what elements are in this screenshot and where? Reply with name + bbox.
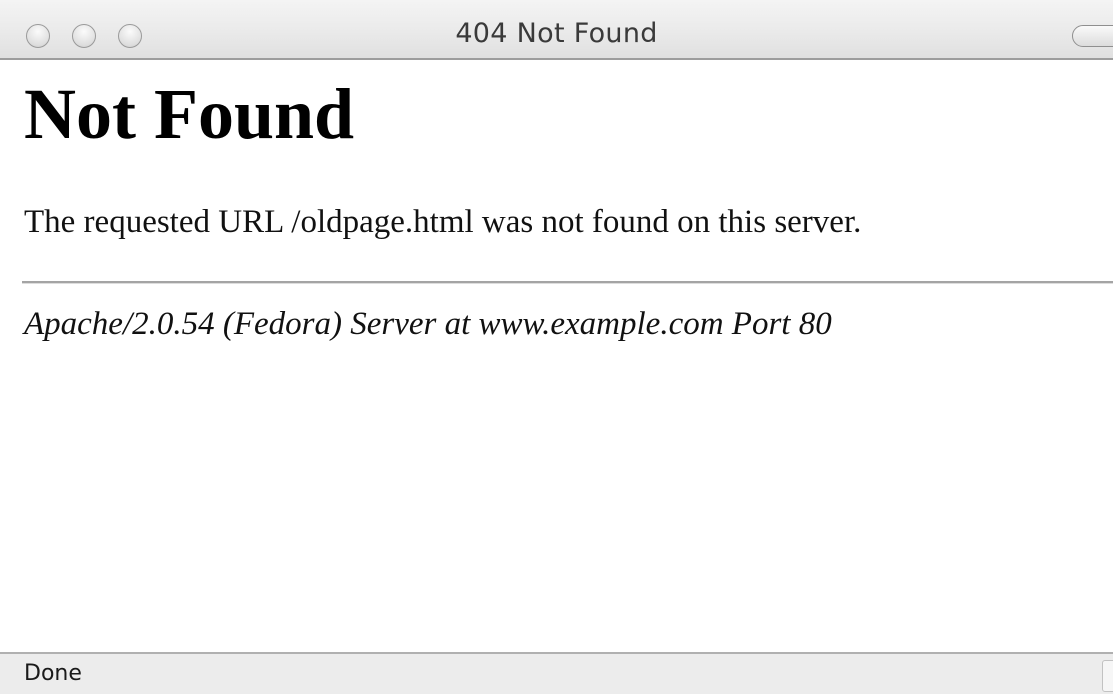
resize-grip[interactable] <box>1102 660 1113 692</box>
error-message: The requested URL /oldpage.html was not … <box>24 204 862 240</box>
server-signature: Apache/2.0.54 (Fedora) Server at www.exa… <box>24 306 832 342</box>
status-bar: Done <box>0 652 1113 694</box>
browser-window: 404 Not Found Not Found The requested UR… <box>0 0 1113 694</box>
status-text: Done <box>24 661 82 686</box>
window-title: 404 Not Found <box>455 18 658 49</box>
title-bar[interactable]: 404 Not Found <box>0 0 1113 60</box>
toolbar-toggle-button[interactable] <box>1072 25 1113 47</box>
horizontal-rule <box>22 281 1113 284</box>
page-content: Not Found The requested URL /oldpage.htm… <box>0 60 1113 652</box>
page-title: Not Found <box>24 74 355 154</box>
